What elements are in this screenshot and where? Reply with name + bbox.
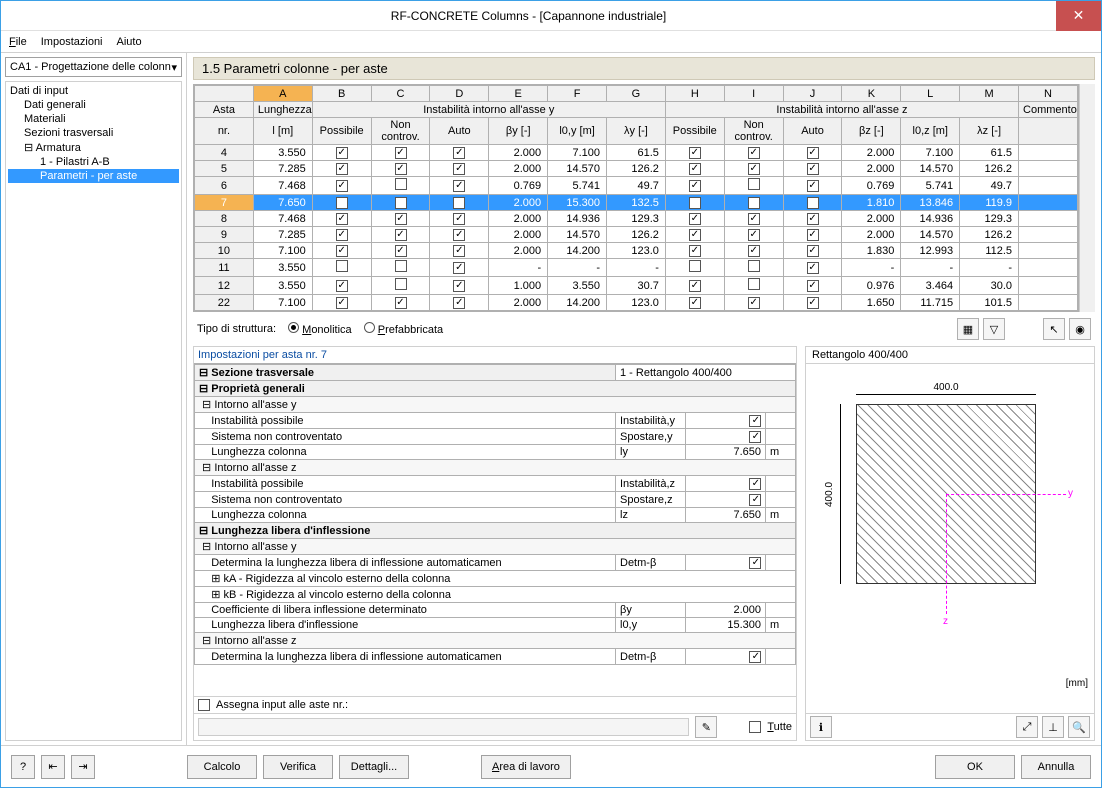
zoom-fit-button[interactable]: ⤢ — [1016, 716, 1038, 738]
table-row[interactable]: 97.285✓✓✓2.00014.570126.2✓✓✓2.00014.5701… — [195, 227, 1078, 243]
preview-canvas[interactable]: 400.0 400.0 y z [mm] — [806, 364, 1094, 713]
unit-label: [mm] — [1066, 678, 1088, 689]
scrollbar-v[interactable] — [1079, 84, 1095, 312]
preview-title: Rettangolo 400/400 — [806, 347, 1094, 364]
assign-checkbox[interactable] — [198, 699, 210, 711]
table-row[interactable]: 57.285✓✓✓2.00014.570126.2✓✓✓2.00014.5701… — [195, 161, 1078, 177]
print-preview-button[interactable]: 🔍 — [1068, 716, 1090, 738]
tree-item[interactable]: Dati generali — [8, 98, 179, 112]
parameters-table[interactable]: ABCDEFGHIJKLMNAstaLunghezzaInstabilità i… — [193, 84, 1079, 312]
menu-settings[interactable]: Impostazioni — [41, 36, 103, 48]
workspace-button[interactable]: Area di lavoro — [481, 755, 571, 779]
struct-label: Tipo di struttura: — [197, 323, 276, 335]
settings-title: Impostazioni per asta nr. 7 — [194, 347, 796, 363]
assign-input[interactable] — [198, 718, 689, 736]
tree-item[interactable]: Sezioni trasversali — [8, 126, 179, 140]
table-row[interactable]: 77.650✓✓✓2.00015.300132.5✓✓✓1.81013.8461… — [195, 195, 1078, 211]
axis-y-label: y — [1068, 488, 1073, 499]
left-pane: CA1 - Progettazione delle colonn ▾ Dati … — [1, 53, 187, 745]
axis-z-label: z — [943, 616, 948, 627]
details-button[interactable]: Dettagli... — [339, 755, 409, 779]
preview-pane: Rettangolo 400/400 400.0 400.0 y z [mm] … — [805, 346, 1095, 741]
section-title: 1.5 Parametri colonne - per aste — [193, 57, 1095, 80]
pick-button[interactable]: ↖ — [1043, 318, 1065, 340]
table-row[interactable]: 227.100✓✓✓2.00014.200123.0✓✓✓1.65011.715… — [195, 295, 1078, 311]
view-button[interactable]: ◉ — [1069, 318, 1091, 340]
info-button[interactable]: ℹ — [810, 716, 832, 738]
settings-pane: Impostazioni per asta nr. 7 ⊟ Sezione tr… — [193, 346, 797, 741]
table-row[interactable]: 113.550✓---✓--- — [195, 259, 1078, 277]
assign-label: Assegna input alle aste nr.: — [216, 699, 348, 711]
table-row[interactable]: 107.100✓✓✓2.00014.200123.0✓✓✓1.83012.993… — [195, 243, 1078, 259]
dim-width: 400.0 — [856, 382, 1036, 393]
radio-prefabbricata[interactable]: Prefabbricata — [364, 322, 444, 336]
calc-button[interactable]: Calcolo — [187, 755, 257, 779]
tutte-checkbox[interactable] — [749, 721, 761, 733]
export-button[interactable]: ⇥ — [71, 755, 95, 779]
tree-item-selected[interactable]: Parametri - per aste — [8, 169, 179, 183]
right-pane: 1.5 Parametri colonne - per aste ABCDEFG… — [187, 53, 1101, 745]
dim-height: 400.0 — [824, 404, 835, 584]
ok-button[interactable]: OK — [935, 755, 1015, 779]
tree-item[interactable]: Materiali — [8, 112, 179, 126]
titlebar: RF-CONCRETE Columns - [Capannone industr… — [1, 1, 1101, 31]
import-button[interactable]: ⇤ — [41, 755, 65, 779]
axis-z — [946, 494, 947, 614]
menu-file[interactable]: File — [9, 36, 27, 48]
table-row[interactable]: 67.468✓✓0.7695.74149.7✓✓0.7695.74149.7 — [195, 177, 1078, 195]
window-title: RF-CONCRETE Columns - [Capannone industr… — [1, 9, 1056, 23]
axis-y — [946, 494, 1066, 495]
tutte-label: Tutte — [767, 721, 792, 733]
footer: ? ⇤ ⇥ Calcolo Verifica Dettagli... Area … — [1, 745, 1101, 787]
nav-tree[interactable]: Dati di input Dati generali Materiali Se… — [5, 81, 182, 741]
verify-button[interactable]: Verifica — [263, 755, 333, 779]
filter-button[interactable]: ▽ — [983, 318, 1005, 340]
table-row[interactable]: 87.468✓✓✓2.00014.936129.3✓✓✓2.00014.9361… — [195, 211, 1078, 227]
tree-item[interactable]: 1 - Pilastri A-B — [8, 155, 179, 169]
table-row[interactable]: 43.550✓✓✓2.0007.10061.5✓✓✓2.0007.10061.5 — [195, 145, 1078, 161]
radio-monolitica[interactable]: Monolitica — [288, 322, 352, 336]
tree-armatura[interactable]: ⊟ Armatura — [8, 140, 179, 155]
pick-members-button[interactable]: ✎ — [695, 716, 717, 738]
cancel-button[interactable]: Annulla — [1021, 755, 1091, 779]
menu-help[interactable]: Aiuto — [117, 36, 142, 48]
help-button[interactable]: ? — [11, 755, 35, 779]
axes-button[interactable]: ⊥ — [1042, 716, 1064, 738]
case-combo[interactable]: CA1 - Progettazione delle colonn ▾ — [5, 57, 182, 77]
table-tool-1[interactable]: ▦ — [957, 318, 979, 340]
combo-value: CA1 - Progettazione delle colonn — [10, 61, 171, 73]
tree-root[interactable]: Dati di input — [8, 84, 179, 98]
menubar: File Impostazioni Aiuto — [1, 31, 1101, 53]
table-row[interactable]: 123.550✓✓1.0003.55030.7✓✓0.9763.46430.0 — [195, 277, 1078, 295]
structure-type-row: Tipo di struttura: Monolitica Prefabbric… — [193, 316, 1095, 342]
close-button[interactable]: ✕ — [1056, 1, 1101, 31]
chevron-down-icon: ▾ — [171, 61, 177, 74]
